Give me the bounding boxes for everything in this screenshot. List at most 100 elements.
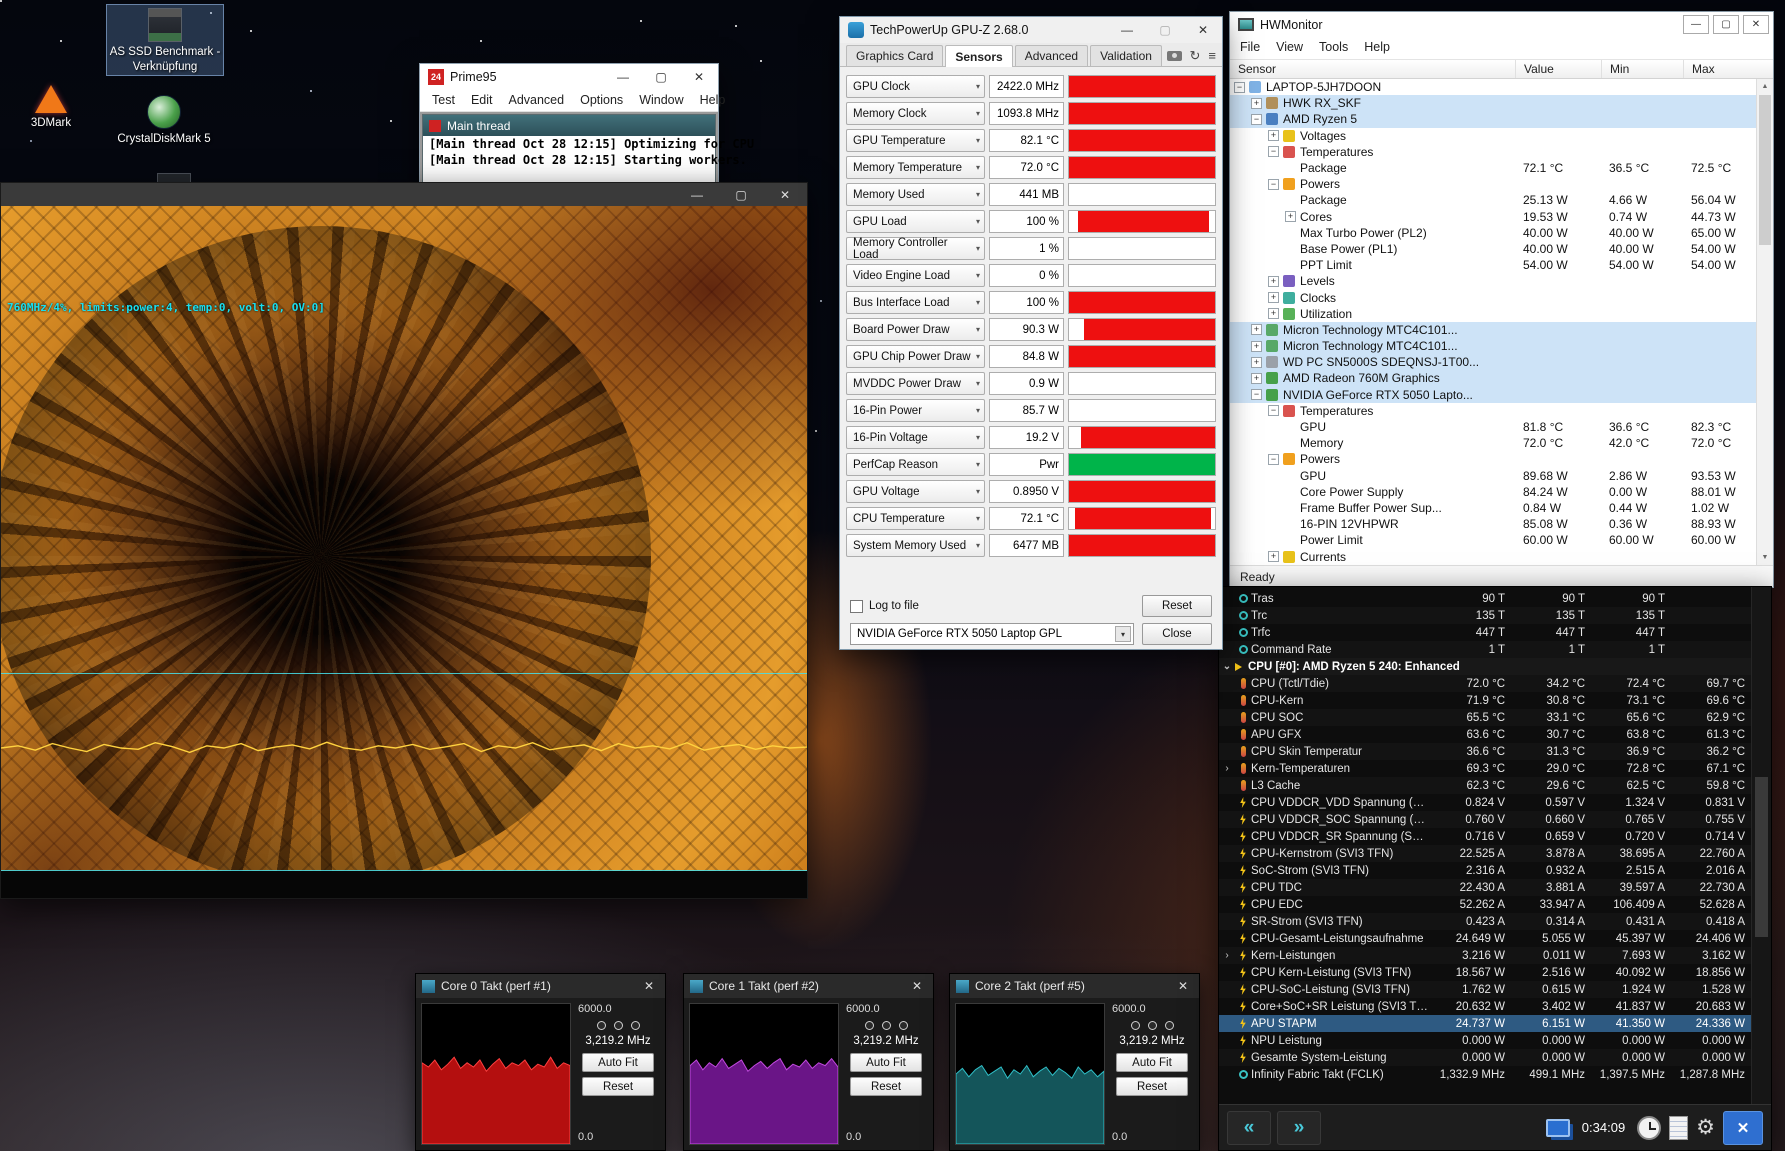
scroll-up-icon[interactable]: ▲ <box>1757 79 1773 94</box>
settings-gear-icon[interactable]: ⚙ <box>1696 1117 1715 1138</box>
hwmonitor-tree-row[interactable]: −NVIDIA GeForce RTX 5050 Lapto... <box>1230 387 1756 403</box>
gpuz-sensor-dropdown[interactable]: PerfCap Reason▾ <box>846 453 985 476</box>
hwmonitor-tree-row[interactable]: −AMD Ryzen 5 <box>1230 111 1756 127</box>
prime95-menu-help[interactable]: Help <box>692 90 734 111</box>
close-icon[interactable]: ✕ <box>901 974 933 998</box>
reset-button[interactable]: Reset <box>1116 1077 1188 1096</box>
logging-notepad-icon[interactable] <box>1669 1116 1688 1140</box>
hwmonitor-menu-view[interactable]: View <box>1268 37 1311 59</box>
hwinfo-sensor-row[interactable]: NPU Leistung0.000 W0.000 W0.000 W0.000 W <box>1219 1032 1751 1049</box>
minimize-icon[interactable]: — <box>675 183 719 206</box>
hwinfo-sensor-row[interactable]: APU GFX63.6 °C30.7 °C63.8 °C61.3 °C <box>1219 726 1751 743</box>
hwinfo-sensor-row[interactable]: Gesamte System-Leistung0.000 W0.000 W0.0… <box>1219 1049 1751 1066</box>
close-icon[interactable]: ✕ <box>633 974 665 998</box>
hwmonitor-tree-row[interactable]: −Temperatures <box>1230 403 1756 419</box>
hwinfo-sensor-row[interactable]: CPU TDC22.430 A3.881 A39.597 A22.730 A <box>1219 879 1751 896</box>
scrollbar-thumb[interactable] <box>1755 777 1768 937</box>
prime95-menu-test[interactable]: Test <box>424 90 463 111</box>
hwinfo-sensor-row[interactable]: Command Rate1 T1 T1 T <box>1219 641 1751 658</box>
close-icon[interactable]: ✕ <box>680 64 718 90</box>
hwinfo-sensor-row[interactable]: L3 Cache62.3 °C29.6 °C62.5 °C59.8 °C <box>1219 777 1751 794</box>
option-circle[interactable] <box>882 1021 891 1030</box>
hwmonitor-tree-row[interactable]: Package72.1 °C36.5 °C72.5 °C <box>1230 160 1756 176</box>
hwinfo-sensor-row[interactable]: CPU-SoC-Leistung (SVI3 TFN)1.762 W0.615 … <box>1219 981 1751 998</box>
hwinfo-sensor-row[interactable]: CPU (Tctl/Tdie)72.0 °C34.2 °C72.4 °C69.7… <box>1219 675 1751 692</box>
hwmonitor-titlebar[interactable]: HWMonitor — ▢ ✕ <box>1230 12 1773 37</box>
tree-expand-toggle[interactable]: − <box>1268 454 1279 465</box>
log-to-file-checkbox[interactable] <box>850 600 863 613</box>
auto-fit-button[interactable]: Auto Fit <box>1116 1053 1188 1072</box>
hwinfo-sensor-row[interactable]: Trc135 T135 T135 T <box>1219 607 1751 624</box>
hwmonitor-tree-row[interactable]: Core Power Supply84.24 W0.00 W88.01 W <box>1230 484 1756 500</box>
refresh-icon[interactable]: ↻ <box>1190 49 1201 62</box>
option-circle[interactable] <box>597 1021 606 1030</box>
maximize-icon[interactable]: ▢ <box>1713 15 1739 34</box>
hwinfo-sensor-row[interactable]: CPU Skin Temperatur36.6 °C31.3 °C36.9 °C… <box>1219 743 1751 760</box>
option-circle[interactable] <box>631 1021 640 1030</box>
reset-button[interactable]: Reset <box>850 1077 922 1096</box>
maximize-icon[interactable]: ▢ <box>642 64 680 90</box>
close-sensors-button[interactable]: ✕ <box>1723 1111 1763 1145</box>
tree-expand-toggle[interactable]: − <box>1234 82 1245 93</box>
reset-button[interactable]: Reset <box>582 1077 654 1096</box>
hwmonitor-tree-row[interactable]: Base Power (PL1)40.00 W40.00 W54.00 W <box>1230 241 1756 257</box>
tree-expand-toggle[interactable]: + <box>1268 276 1279 287</box>
hwmonitor-tree-row[interactable]: Max Turbo Power (PL2)40.00 W40.00 W65.00… <box>1230 225 1756 241</box>
screenshot-camera-icon[interactable] <box>1167 51 1182 61</box>
hwinfo-sensor-row[interactable]: CPU EDC52.262 A33.947 A106.409 A52.628 A <box>1219 896 1751 913</box>
option-circle[interactable] <box>899 1021 908 1030</box>
tree-expand-toggle[interactable]: + <box>1251 373 1262 384</box>
history-back-button[interactable]: « <box>1227 1111 1271 1145</box>
hwinfo-sensor-row[interactable]: CPU Kern-Leistung (SVI3 TFN)18.567 W2.51… <box>1219 964 1751 981</box>
tree-expand-toggle[interactable]: + <box>1268 130 1279 141</box>
hwinfo-sensor-row[interactable]: SoC-Strom (SVI3 TFN)2.316 A0.932 A2.515 … <box>1219 862 1751 879</box>
hwinfo-sensor-row[interactable]: Core+SoC+SR Leistung (SVI3 TFN)20.632 W3… <box>1219 998 1751 1015</box>
column-max[interactable]: Max <box>1684 60 1758 78</box>
gpuz-sensor-dropdown[interactable]: Memory Clock▾ <box>846 102 985 125</box>
close-icon[interactable]: ✕ <box>1743 15 1769 34</box>
tree-expand-toggle[interactable]: + <box>1268 551 1279 562</box>
prime95-menu-window[interactable]: Window <box>631 90 691 111</box>
gpuz-sensor-dropdown[interactable]: MVDDC Power Draw▾ <box>846 372 985 395</box>
hwmonitor-tree-row[interactable]: GPU89.68 W2.86 W93.53 W <box>1230 468 1756 484</box>
auto-fit-button[interactable]: Auto Fit <box>582 1053 654 1072</box>
gpuz-sensor-dropdown[interactable]: Video Engine Load▾ <box>846 264 985 287</box>
hwmonitor-tree-row[interactable]: +Voltages <box>1230 128 1756 144</box>
main-thread-titlebar[interactable]: Main thread <box>423 115 715 136</box>
scrollbar-thumb[interactable] <box>1759 95 1771 245</box>
reset-button[interactable]: Reset <box>1142 595 1212 617</box>
option-circle[interactable] <box>865 1021 874 1030</box>
remote-monitor-icon[interactable] <box>1546 1119 1570 1137</box>
hwmonitor-tree-row[interactable]: GPU81.8 °C36.6 °C82.3 °C <box>1230 419 1756 435</box>
gpuz-sensor-dropdown[interactable]: GPU Temperature▾ <box>846 129 985 152</box>
tree-expand-toggle[interactable]: + <box>1268 292 1279 303</box>
hwinfo-section-header[interactable]: ⌄CPU [#0]: AMD Ryzen 5 240: Enhanced <box>1219 658 1751 675</box>
hwinfo-sensor-row[interactable]: CPU-Kern71.9 °C30.8 °C73.1 °C69.6 °C <box>1219 692 1751 709</box>
gpu-device-dropdown[interactable]: NVIDIA GeForce RTX 5050 Laptop GPL ▾ <box>850 623 1134 645</box>
minimize-icon[interactable]: — <box>1108 17 1146 43</box>
hwmonitor-tree-row[interactable]: +HWK RX_SKF <box>1230 95 1756 111</box>
gpuz-sensor-dropdown[interactable]: Memory Used▾ <box>846 183 985 206</box>
gpuz-sensor-dropdown[interactable]: GPU Chip Power Draw▾ <box>846 345 985 368</box>
gpuz-titlebar[interactable]: TechPowerUp GPU-Z 2.68.0 — ▢ ✕ <box>840 17 1222 43</box>
option-circle[interactable] <box>1148 1021 1157 1030</box>
hwmonitor-tree-row[interactable]: +Clocks <box>1230 289 1756 305</box>
hwmonitor-tree-row[interactable]: +WD PC SN5000S SDEQNSJ-1T00... <box>1230 354 1756 370</box>
hwmonitor-tree-row[interactable]: −Powers <box>1230 451 1756 467</box>
tree-expand-toggle[interactable]: − <box>1268 405 1279 416</box>
option-circle[interactable] <box>1165 1021 1174 1030</box>
tree-expand-toggle[interactable]: + <box>1251 341 1262 352</box>
column-value[interactable]: Value <box>1516 60 1602 78</box>
collapse-chevron-icon[interactable]: ⌄ <box>1219 661 1235 672</box>
gpuz-sensor-dropdown[interactable]: System Memory Used▾ <box>846 534 985 557</box>
tree-expand-toggle[interactable]: − <box>1268 146 1279 157</box>
hwmonitor-tree-row[interactable]: +Currents <box>1230 548 1756 564</box>
tree-expand-toggle[interactable]: + <box>1251 357 1262 368</box>
core-window-titlebar[interactable]: Core 2 Takt (perf #5)✕ <box>950 974 1199 998</box>
gpuz-sensor-dropdown[interactable]: Memory Controller Load▾ <box>846 237 985 260</box>
gpuz-sensor-dropdown[interactable]: GPU Voltage▾ <box>846 480 985 503</box>
hwmonitor-tree-row[interactable]: PPT Limit54.00 W54.00 W54.00 W <box>1230 257 1756 273</box>
hwmonitor-tree-row[interactable]: +Micron Technology MTC4C101... <box>1230 322 1756 338</box>
gpuz-sensor-dropdown[interactable]: 16-Pin Voltage▾ <box>846 426 985 449</box>
hwmonitor-tree-row[interactable]: 16-PIN 12VHPWR85.08 W0.36 W88.93 W <box>1230 516 1756 532</box>
